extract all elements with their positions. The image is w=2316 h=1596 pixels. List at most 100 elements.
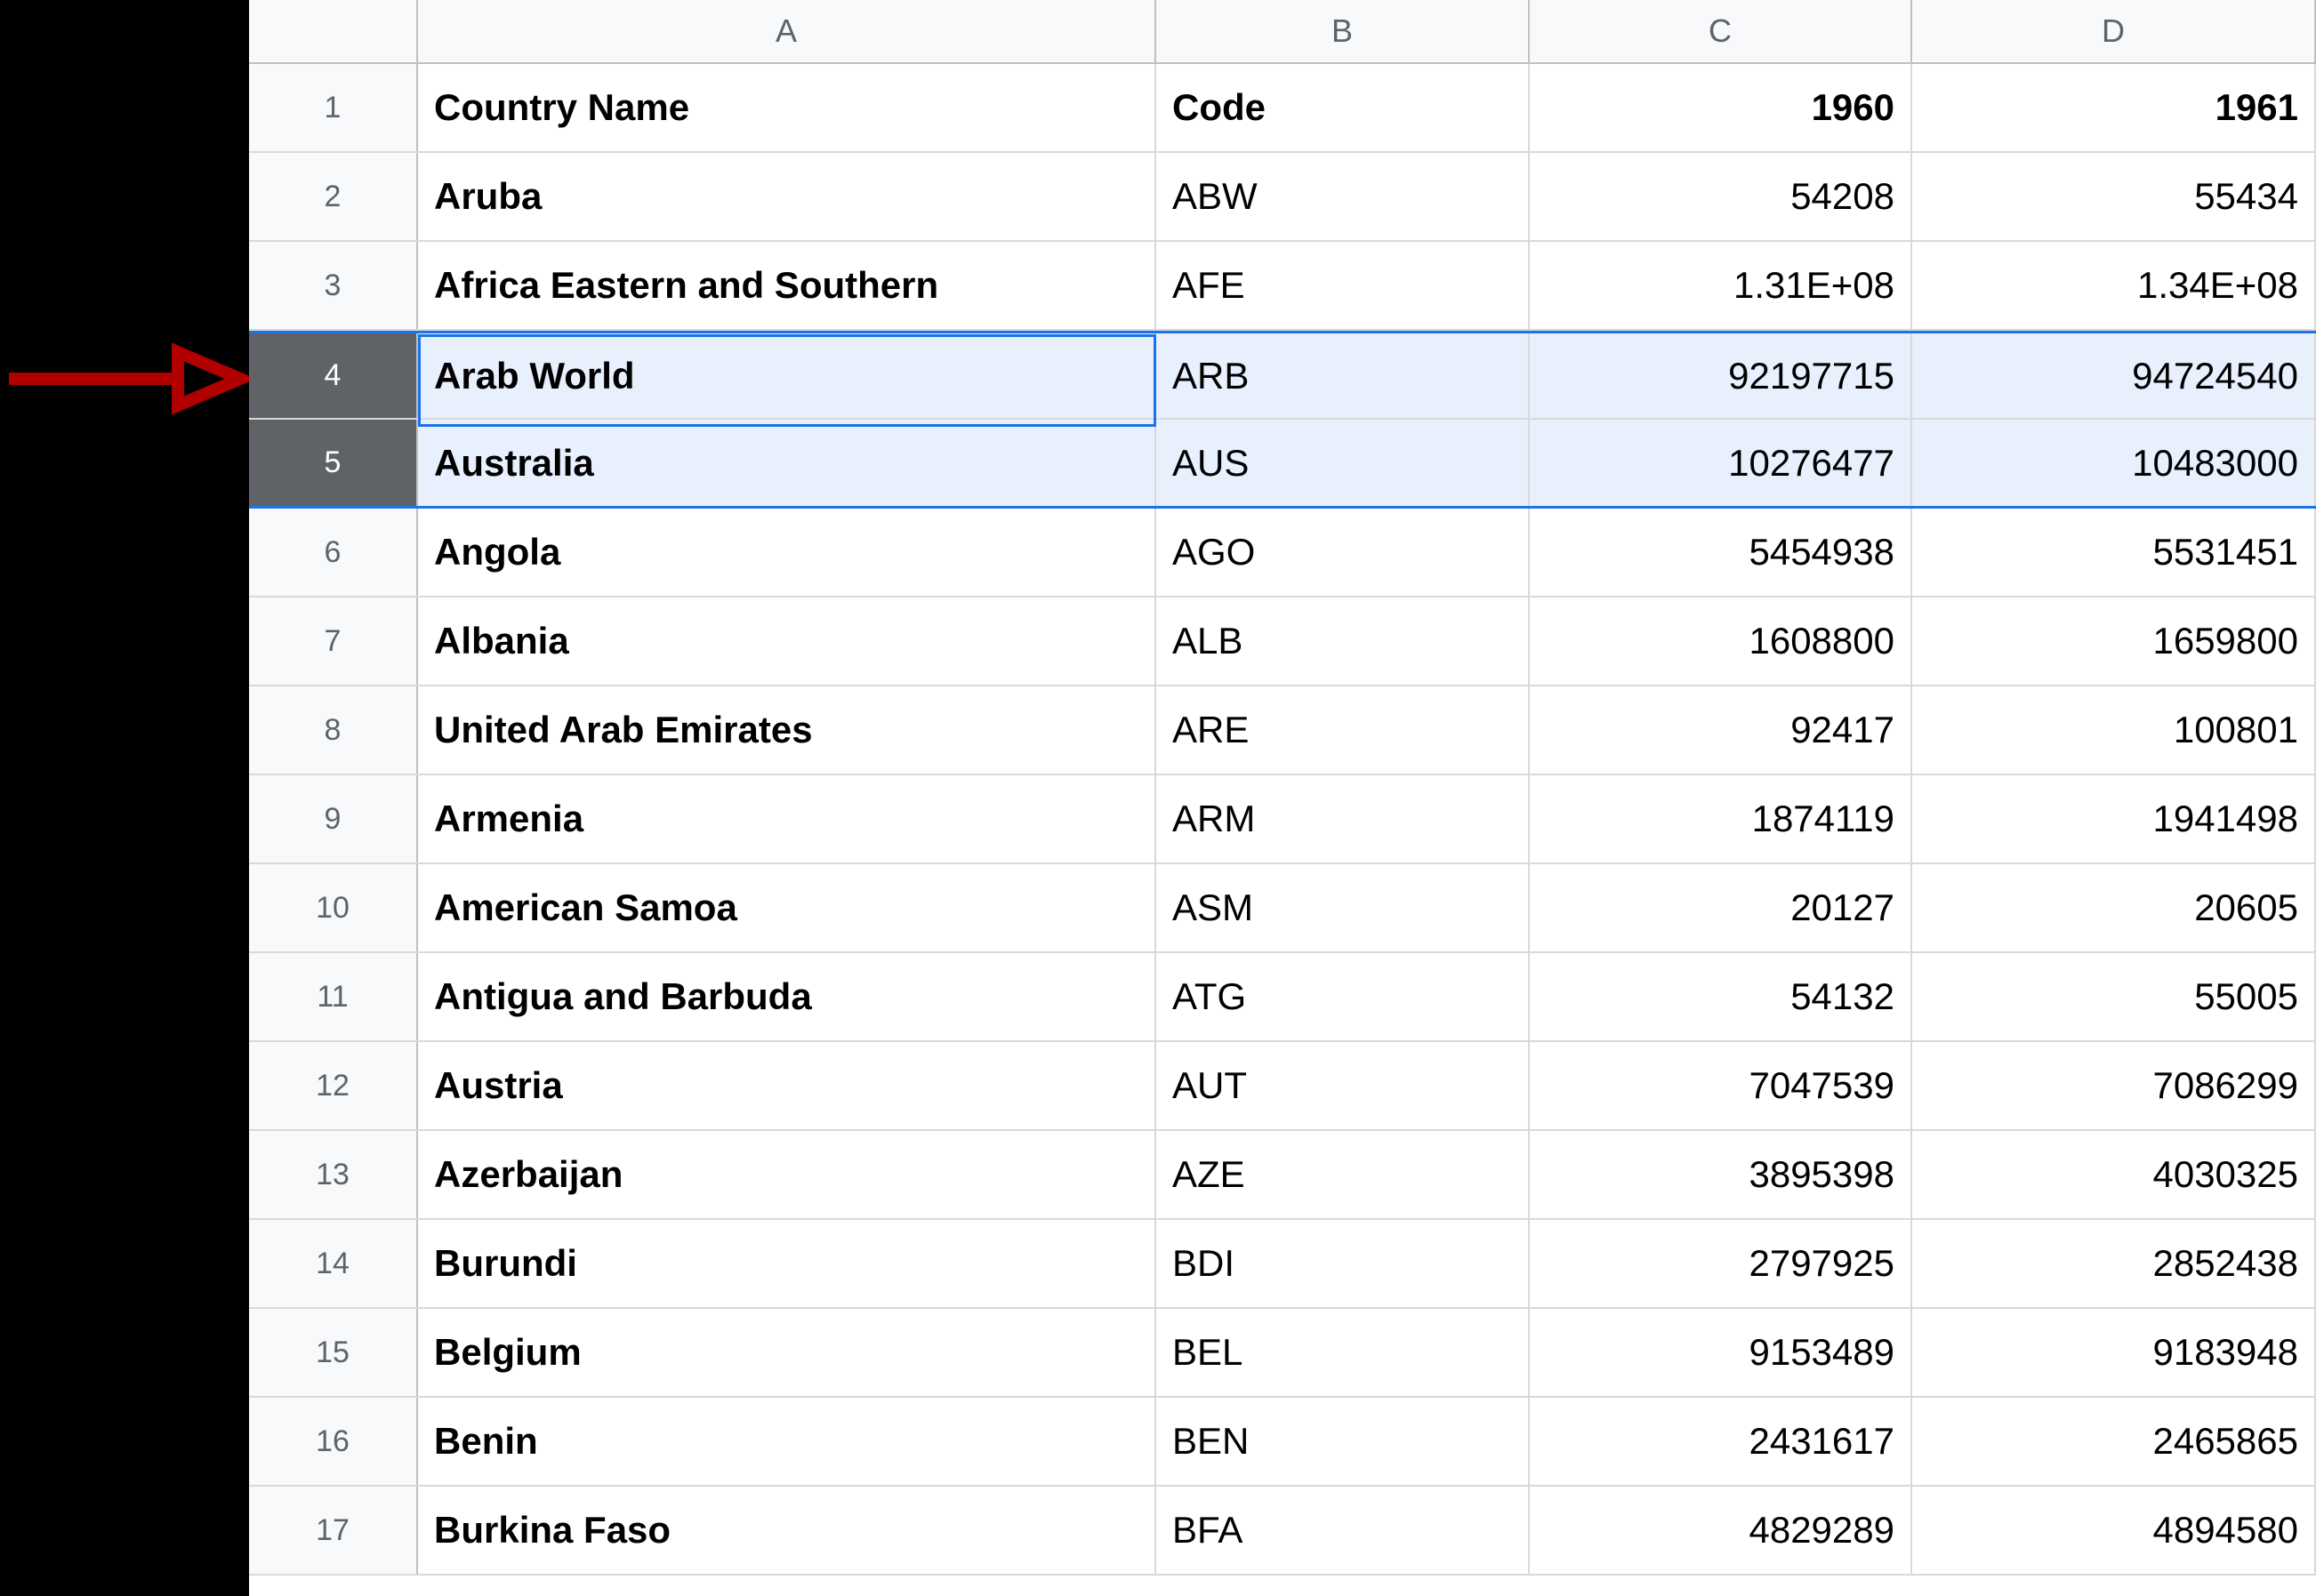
- cell[interactable]: ARB: [1156, 333, 1530, 418]
- cell[interactable]: Arab World: [418, 333, 1156, 418]
- cell[interactable]: 2797925: [1530, 1220, 1912, 1307]
- cell[interactable]: Aruba: [418, 153, 1156, 240]
- cell[interactable]: BEN: [1156, 1398, 1530, 1485]
- row-header[interactable]: 7: [249, 597, 418, 685]
- table-header-row: 1 Country Name Code 1960 1961: [249, 64, 2316, 153]
- annotation-arrow-icon: [0, 325, 249, 432]
- cell[interactable]: Albania: [418, 597, 1156, 685]
- cell[interactable]: Antigua and Barbuda: [418, 953, 1156, 1040]
- cell[interactable]: 2431617: [1530, 1398, 1912, 1485]
- cell[interactable]: 2852438: [1912, 1220, 2316, 1307]
- cell[interactable]: 1941498: [1912, 775, 2316, 862]
- table-row: 12AustriaAUT70475397086299: [249, 1042, 2316, 1131]
- header-cell-1960[interactable]: 1960: [1530, 64, 1912, 151]
- cell[interactable]: 54208: [1530, 153, 1912, 240]
- cell[interactable]: Africa Eastern and Southern: [418, 242, 1156, 329]
- cell[interactable]: 100801: [1912, 686, 2316, 774]
- cell[interactable]: 4894580: [1912, 1487, 2316, 1574]
- cell[interactable]: Australia: [418, 420, 1156, 506]
- cell[interactable]: Azerbaijan: [418, 1131, 1156, 1218]
- row-header[interactable]: 5: [249, 420, 418, 506]
- cell[interactable]: AZE: [1156, 1131, 1530, 1218]
- cell[interactable]: 4030325: [1912, 1131, 2316, 1218]
- select-all-corner[interactable]: [249, 0, 418, 62]
- cell[interactable]: Burkina Faso: [418, 1487, 1156, 1574]
- cell[interactable]: 20127: [1530, 864, 1912, 951]
- cell[interactable]: 92197715: [1530, 333, 1912, 418]
- cell[interactable]: 4829289: [1530, 1487, 1912, 1574]
- cell[interactable]: BFA: [1156, 1487, 1530, 1574]
- cell[interactable]: AUS: [1156, 420, 1530, 506]
- row-header[interactable]: 6: [249, 509, 418, 596]
- cell[interactable]: 7047539: [1530, 1042, 1912, 1129]
- header-cell-1961[interactable]: 1961: [1912, 64, 2316, 151]
- cell[interactable]: 10483000: [1912, 420, 2316, 506]
- cell[interactable]: 1874119: [1530, 775, 1912, 862]
- cell[interactable]: 1608800: [1530, 597, 1912, 685]
- cell[interactable]: AUT: [1156, 1042, 1530, 1129]
- cell[interactable]: Armenia: [418, 775, 1156, 862]
- row-header[interactable]: 11: [249, 953, 418, 1040]
- row-header[interactable]: 14: [249, 1220, 418, 1307]
- cell[interactable]: 20605: [1912, 864, 2316, 951]
- column-header-B[interactable]: B: [1156, 0, 1530, 62]
- cell[interactable]: BEL: [1156, 1309, 1530, 1396]
- column-header-C[interactable]: C: [1530, 0, 1912, 62]
- cell[interactable]: 5531451: [1912, 509, 2316, 596]
- cell[interactable]: ATG: [1156, 953, 1530, 1040]
- cell[interactable]: 10276477: [1530, 420, 1912, 506]
- table-row: 8United Arab EmiratesARE92417100801: [249, 686, 2316, 775]
- cell[interactable]: 9183948: [1912, 1309, 2316, 1396]
- table-row: 3Africa Eastern and SouthernAFE1.31E+081…: [249, 242, 2316, 331]
- header-cell-country-name[interactable]: Country Name: [418, 64, 1156, 151]
- cell[interactable]: United Arab Emirates: [418, 686, 1156, 774]
- cell[interactable]: 55434: [1912, 153, 2316, 240]
- row-header[interactable]: 17: [249, 1487, 418, 1574]
- cell[interactable]: 94724540: [1912, 333, 2316, 418]
- cell[interactable]: American Samoa: [418, 864, 1156, 951]
- cell[interactable]: 3895398: [1530, 1131, 1912, 1218]
- cell[interactable]: Belgium: [418, 1309, 1156, 1396]
- table-row: 5AustraliaAUS1027647710483000: [249, 420, 2316, 509]
- cell[interactable]: 54132: [1530, 953, 1912, 1040]
- cell[interactable]: ARE: [1156, 686, 1530, 774]
- cell[interactable]: 1.34E+08: [1912, 242, 2316, 329]
- cell[interactable]: ASM: [1156, 864, 1530, 951]
- cell[interactable]: 1659800: [1912, 597, 2316, 685]
- row-header[interactable]: 8: [249, 686, 418, 774]
- row-header[interactable]: 9: [249, 775, 418, 862]
- row-header[interactable]: 10: [249, 864, 418, 951]
- cell[interactable]: 92417: [1530, 686, 1912, 774]
- cell[interactable]: 55005: [1912, 953, 2316, 1040]
- rows-container: 1 Country Name Code 1960 1961 2ArubaABW5…: [249, 64, 2316, 1576]
- row-header[interactable]: 3: [249, 242, 418, 329]
- cell[interactable]: AFE: [1156, 242, 1530, 329]
- row-header[interactable]: 12: [249, 1042, 418, 1129]
- cell[interactable]: ARM: [1156, 775, 1530, 862]
- row-header[interactable]: 2: [249, 153, 418, 240]
- cell[interactable]: AGO: [1156, 509, 1530, 596]
- row-header[interactable]: 4: [249, 333, 418, 418]
- row-header[interactable]: 1: [249, 64, 418, 151]
- column-header-A[interactable]: A: [418, 0, 1156, 62]
- row-header[interactable]: 15: [249, 1309, 418, 1396]
- cell[interactable]: 5454938: [1530, 509, 1912, 596]
- cell[interactable]: BDI: [1156, 1220, 1530, 1307]
- cell[interactable]: 7086299: [1912, 1042, 2316, 1129]
- cell[interactable]: 2465865: [1912, 1398, 2316, 1485]
- cell[interactable]: Angola: [418, 509, 1156, 596]
- column-header-D[interactable]: D: [1912, 0, 2316, 62]
- cell[interactable]: Burundi: [418, 1220, 1156, 1307]
- header-cell-code[interactable]: Code: [1156, 64, 1530, 151]
- cell[interactable]: 1.31E+08: [1530, 242, 1912, 329]
- cell[interactable]: ABW: [1156, 153, 1530, 240]
- table-row: 16BeninBEN24316172465865: [249, 1398, 2316, 1487]
- cell[interactable]: ALB: [1156, 597, 1530, 685]
- cell[interactable]: 9153489: [1530, 1309, 1912, 1396]
- row-header[interactable]: 16: [249, 1398, 418, 1485]
- cell[interactable]: Benin: [418, 1398, 1156, 1485]
- spreadsheet[interactable]: A B C D 1 Country Name Code 1960 1961 2A…: [249, 0, 2316, 1596]
- row-header[interactable]: 13: [249, 1131, 418, 1218]
- cell[interactable]: Austria: [418, 1042, 1156, 1129]
- table-row: 11Antigua and BarbudaATG5413255005: [249, 953, 2316, 1042]
